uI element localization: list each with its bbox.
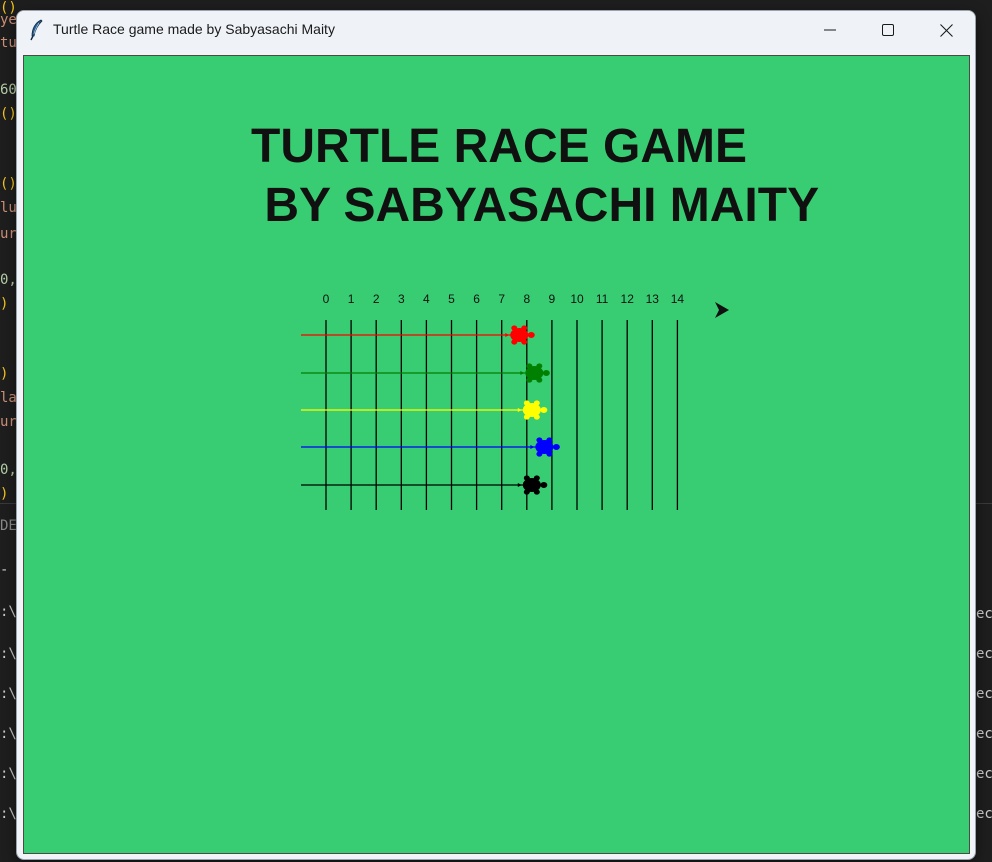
track-number-label: 8	[523, 292, 530, 306]
track-number-label: 13	[646, 292, 660, 306]
maximize-button[interactable]	[859, 11, 917, 49]
track-number-label: 1	[348, 292, 355, 306]
track-number-label: 6	[473, 292, 480, 306]
maximize-icon	[882, 24, 894, 36]
minimize-button[interactable]	[801, 11, 859, 49]
background-code-fragment: ec	[976, 766, 992, 782]
minimize-icon	[824, 29, 836, 31]
feather-icon	[30, 19, 43, 41]
track-number-label: 9	[549, 292, 556, 306]
background-code-fragment: ec	[976, 726, 992, 742]
title-bar[interactable]: Turtle Race game made by Sabyasachi Mait…	[17, 11, 975, 49]
track-number-label: 2	[373, 292, 380, 306]
arrow-cursor-icon	[715, 302, 729, 318]
race-track: 0 1 2 3 4 5 6 7 8 9 10 11 12 13 14	[301, 292, 729, 510]
track-number-label: 14	[671, 292, 685, 306]
track-number-label: 3	[398, 292, 405, 306]
close-button[interactable]	[917, 11, 975, 49]
background-code-fragment: ec	[976, 646, 992, 662]
track-number-label: 12	[621, 292, 635, 306]
track-number-label: 11	[596, 292, 609, 306]
close-icon	[939, 23, 953, 37]
track-number-label: 7	[498, 292, 505, 306]
track-number-label: 0	[323, 292, 330, 306]
background-code-fragment: ec	[976, 806, 992, 822]
background-code-fragment: ec	[976, 686, 992, 702]
track-number-label: 4	[423, 292, 430, 306]
turtle-canvas[interactable]: TURTLE RACE GAME BY SABYASACHI MAITY 012…	[21, 53, 972, 856]
track-number-label: 5	[448, 292, 455, 306]
background-code-fragment: ec	[976, 606, 992, 622]
turtle-graphics-window: Turtle Race game made by Sabyasachi Mait…	[16, 10, 976, 860]
background-panel-divider-right	[976, 503, 992, 504]
track-number-label: 10	[570, 292, 584, 306]
window-title: Turtle Race game made by Sabyasachi Mait…	[53, 21, 335, 37]
